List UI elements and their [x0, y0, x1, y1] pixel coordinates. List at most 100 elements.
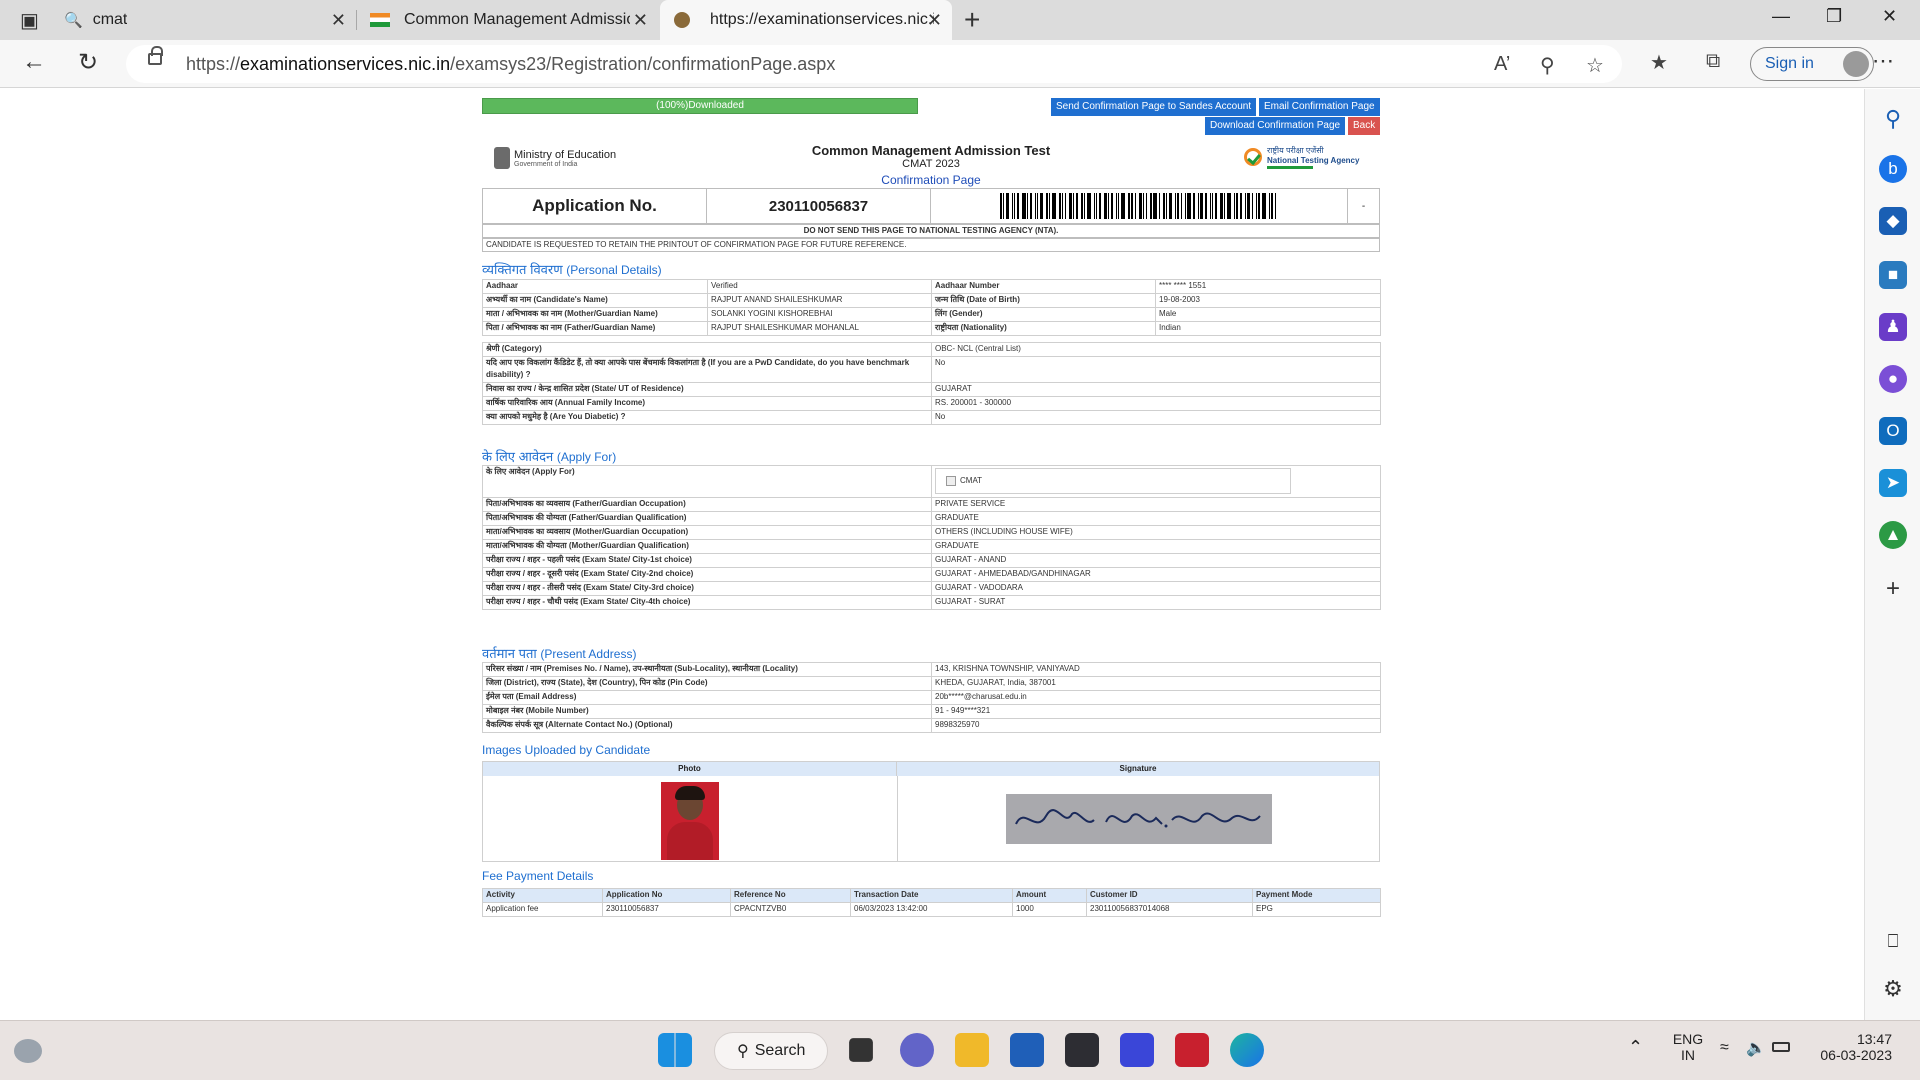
language-indicator[interactable]: ENG IN — [1666, 1031, 1710, 1063]
add-favorite-icon[interactable]: ☆ — [1586, 53, 1604, 78]
table-row: मोबाइल नंबर (Mobile Number) 91 - 949****3… — [482, 704, 1381, 719]
start-icon[interactable] — [658, 1033, 692, 1067]
task-view-icon[interactable] — [849, 1038, 873, 1062]
back-button[interactable]: Back — [1348, 117, 1381, 135]
cmat-checkbox[interactable] — [946, 476, 956, 486]
lock-icon[interactable] — [148, 46, 163, 65]
tab-title: Common Management Admissio — [404, 11, 630, 28]
app-icon[interactable] — [1065, 1033, 1099, 1067]
editor-icon[interactable] — [1120, 1033, 1154, 1067]
clock[interactable]: 13:47 06-03-2023 — [1812, 1031, 1892, 1063]
office-icon[interactable]: ● — [1879, 365, 1907, 393]
field-value: GUJARAT - VADODARA — [931, 581, 1381, 596]
table-row: परीक्षा राज्य / शहर - पहली पसंद (Exam St… — [482, 553, 1381, 568]
column-header: Customer ID — [1086, 888, 1253, 903]
table-row: वैकल्पिक संपर्क सूत्र (Alternate Contact… — [482, 718, 1381, 733]
tab-cmat[interactable]: 🔍 cmat ✕ — [64, 0, 356, 40]
field-value: PRIVATE SERVICE — [931, 497, 1381, 512]
games-icon[interactable]: ♟ — [1879, 313, 1907, 341]
field-value: OBC- NCL (Central List) — [931, 342, 1381, 357]
url-domain: examinationservices.nic.in — [240, 54, 451, 74]
barcode-bar — [1251, 193, 1253, 219]
barcode-bar — [1257, 193, 1260, 219]
tree-icon[interactable]: ▲ — [1879, 521, 1907, 549]
field-label: पिता/अभिभावक की योग्यता (Father/Guardian… — [482, 511, 932, 526]
nta-logo: राष्ट्रीय परीक्षा एजेंसी National Testin… — [1244, 145, 1359, 169]
more-options-icon[interactable]: ⋯ — [1872, 48, 1894, 74]
field-label: माता/अभिभावक का व्यवसाय (Mother/Guardian… — [482, 525, 932, 540]
close-icon[interactable]: ✕ — [633, 10, 648, 31]
send-sandes-button[interactable]: Send Confirmation Page to Sandes Account — [1051, 98, 1257, 116]
taskbar-search[interactable]: ⚲ Search — [714, 1032, 828, 1070]
tab-actions-icon[interactable]: ▣ — [20, 8, 39, 33]
chevron-up-icon[interactable]: ⌃ — [1628, 1037, 1643, 1058]
tab-cmat-admission[interactable]: Common Management Admissio ✕ — [370, 0, 658, 40]
field-label: परीक्षा राज्य / शहर - दूसरी पसंद (Exam S… — [482, 567, 932, 582]
minimize-icon[interactable]: — — [1772, 6, 1790, 27]
taskbar: ⚲ Search ⌃ ENG IN ≈ 🔈 13:47 06-03-2023 — [0, 1020, 1920, 1080]
search-icon: 🔍 — [64, 12, 83, 29]
wifi-icon[interactable]: ≈ — [1720, 1039, 1729, 1057]
barcode-bar — [1162, 193, 1165, 219]
zoom-out-icon[interactable]: ⚲ — [1540, 53, 1555, 78]
url-text[interactable]: https://examinationservices.nic.in/exams… — [186, 54, 835, 75]
barcode-bar — [1013, 193, 1015, 219]
download-progress-bar: (100%)Downloaded — [482, 98, 918, 114]
close-icon[interactable]: ✕ — [927, 10, 942, 31]
field-label: पिता / अभिभावक का नाम (Father/Guardian N… — [482, 321, 708, 336]
battery-icon[interactable] — [1772, 1042, 1790, 1052]
barcode-bar — [1005, 193, 1009, 219]
mcafee-icon[interactable] — [1175, 1033, 1209, 1067]
personal-title-hi: व्यक्तिगत विवरण — [482, 262, 563, 277]
close-icon[interactable]: ✕ — [331, 10, 346, 31]
field-value: Male — [1155, 307, 1381, 322]
store-icon[interactable] — [1010, 1033, 1044, 1067]
outlook-icon[interactable]: O — [1879, 417, 1907, 445]
tools-icon[interactable]: ■ — [1879, 261, 1907, 289]
read-aloud-icon[interactable]: A’ — [1494, 53, 1510, 76]
field-value: KHEDA, GUJARAT, India, 387001 — [931, 676, 1381, 691]
sign-in-button[interactable]: Sign in — [1750, 47, 1874, 81]
favorites-icon[interactable]: ★ — [1650, 50, 1668, 75]
field-label: परिसर संख्या / नाम (Premises No. / Name)… — [482, 662, 932, 677]
chat-icon[interactable] — [900, 1033, 934, 1067]
collections-icon[interactable]: ⧉ — [1706, 50, 1720, 73]
tab-confirmation[interactable]: https://examinationservices.nic.in ✕ — [660, 0, 952, 40]
signature-header: Signature — [897, 762, 1379, 776]
refresh-icon[interactable]: ↻ — [78, 48, 98, 77]
hide-sidebar-icon[interactable]: ⎕ — [1879, 927, 1907, 955]
back-arrow-icon[interactable]: ← — [22, 48, 46, 76]
table-cell: EPG — [1252, 902, 1381, 917]
restore-icon[interactable]: ❐ — [1826, 6, 1842, 27]
table-row: पिता/अभिभावक का व्यवसाय (Father/Guardian… — [482, 497, 1381, 512]
barcode-bar — [1075, 193, 1078, 219]
field-label: क्या आपको मधुमेह है (Are You Diabetic) ? — [482, 410, 932, 425]
barcode-bar — [1002, 193, 1004, 219]
cmat-option-label: CMAT — [960, 476, 983, 485]
shopping-icon[interactable]: ◆ — [1879, 207, 1907, 235]
table-row: निवास का राज्य / केन्द्र शासित प्रदेश (S… — [482, 382, 1381, 397]
field-value: No — [931, 356, 1381, 383]
edge-icon[interactable] — [1230, 1033, 1264, 1067]
field-value: RAJPUT ANAND SHAILESHKUMAR — [707, 293, 932, 308]
settings-icon[interactable]: ⚙ — [1879, 975, 1907, 1003]
site-emblem-icon — [674, 12, 690, 28]
file-explorer-icon[interactable] — [955, 1033, 989, 1067]
url-field[interactable]: https://examinationservices.nic.in/exams… — [126, 45, 1622, 83]
download-confirmation-button[interactable]: Download Confirmation Page — [1205, 117, 1346, 135]
table-row: परिसर संख्या / नाम (Premises No. / Name)… — [482, 662, 1381, 677]
field-value: 19-08-2003 — [1155, 293, 1381, 308]
bing-chat-icon[interactable]: b — [1879, 155, 1907, 183]
barcode-bar — [1174, 193, 1176, 219]
weather-icon[interactable] — [14, 1039, 42, 1063]
new-tab-icon[interactable]: + — [964, 4, 980, 36]
volume-icon[interactable]: 🔈 — [1746, 1038, 1766, 1058]
send-icon[interactable]: ➤ — [1879, 469, 1907, 497]
search-icon[interactable]: ⚲ — [1879, 105, 1907, 133]
email-confirmation-button[interactable]: Email Confirmation Page — [1259, 98, 1380, 116]
barcode-bar — [1235, 193, 1238, 219]
window-close-icon[interactable]: ✕ — [1882, 6, 1897, 27]
add-icon[interactable]: + — [1879, 575, 1907, 603]
barcode-bar — [1029, 193, 1032, 219]
present-address-table: परिसर संख्या / नाम (Premises No. / Name)… — [482, 662, 1381, 733]
